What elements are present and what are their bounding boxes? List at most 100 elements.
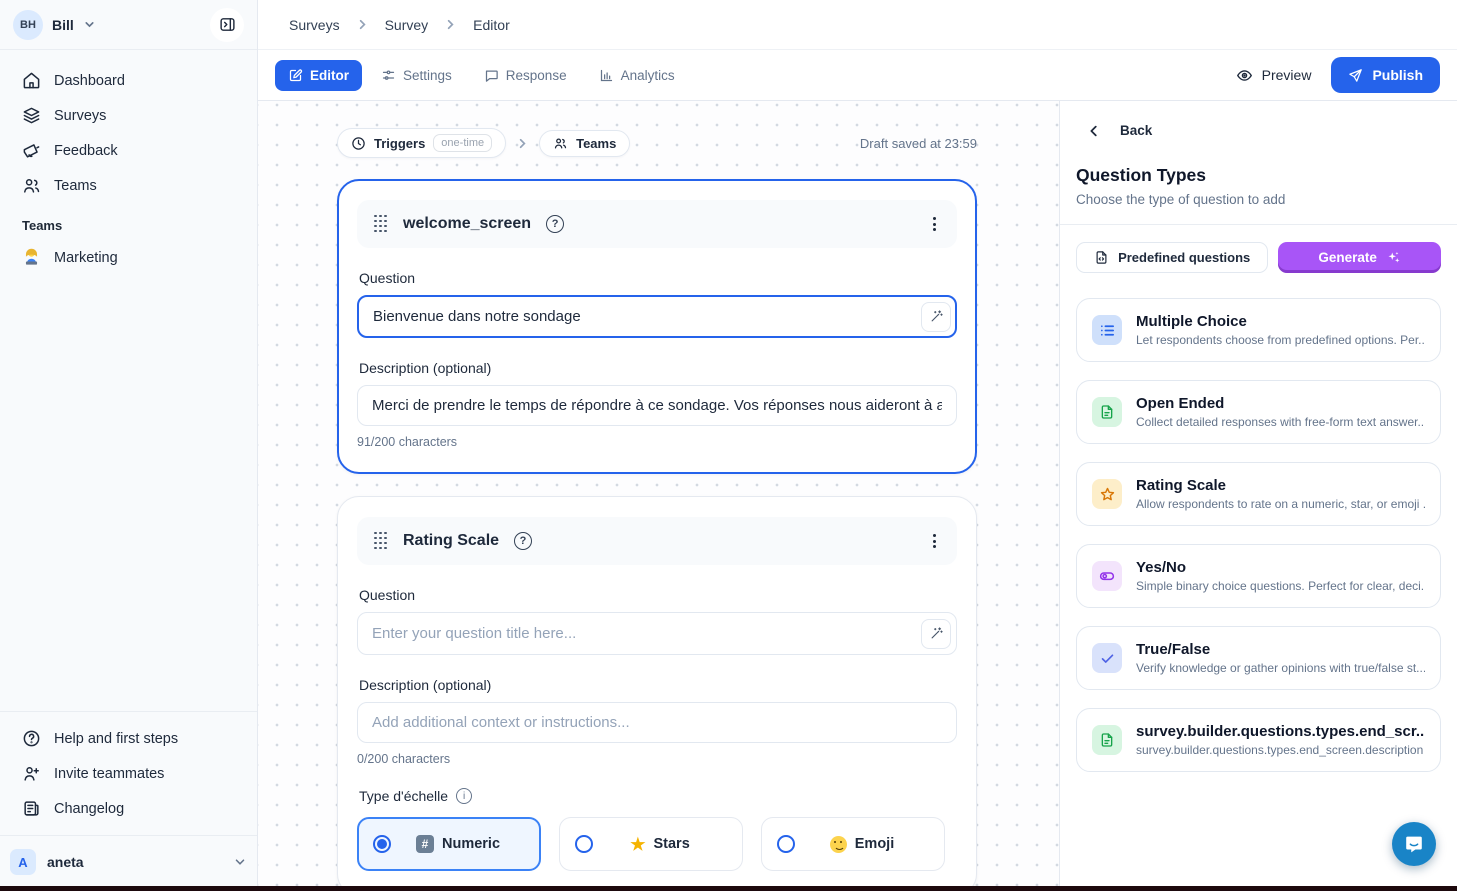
question-input[interactable] [357, 612, 957, 655]
tab-label: Editor [310, 68, 349, 83]
sidebar-item-surveys[interactable]: Surveys [12, 99, 245, 132]
tab-label: Response [506, 68, 567, 83]
question-type-title: Open Ended [1136, 395, 1425, 412]
scale-type-label: Type d'échelle i [359, 788, 955, 804]
question-type-yes-no[interactable]: Yes/No Simple binary choice questions. P… [1076, 544, 1441, 608]
question-type-list: Multiple Choice Let respondents choose f… [1076, 298, 1441, 772]
breadcrumb-editor[interactable]: Editor [473, 17, 510, 33]
preview-label: Preview [1262, 67, 1312, 83]
editor-content: Triggers one-time Teams Draft saved at 2… [258, 101, 1457, 891]
sidebar-item-invite[interactable]: Invite teammates [12, 757, 245, 790]
chevron-left-icon [1087, 124, 1101, 138]
sidebar-item-label: Dashboard [54, 73, 125, 89]
description-input[interactable] [357, 702, 957, 743]
tab-editor[interactable]: Editor [275, 60, 362, 91]
question-type-desc: Collect detailed responses with free-for… [1136, 415, 1425, 429]
user-menu[interactable]: A aneta [0, 835, 257, 891]
question-input-wrap [357, 295, 957, 338]
predefined-questions-button[interactable]: Predefined questions [1076, 242, 1268, 273]
generate-button[interactable]: Generate [1278, 242, 1441, 273]
sidebar: BH Bill Dashboard Surv [0, 0, 258, 891]
chat-launcher-button[interactable] [1392, 822, 1436, 866]
kebab-menu-icon[interactable] [929, 213, 940, 235]
breadcrumb-surveys[interactable]: Surveys [289, 17, 340, 33]
magic-wand-button[interactable] [921, 619, 951, 649]
radio-checked-icon[interactable] [373, 835, 391, 853]
description-input[interactable] [357, 385, 957, 426]
canvas-header-row: Triggers one-time Teams Draft saved at 2… [337, 128, 977, 158]
file-code-icon [1094, 250, 1109, 265]
question-card-header: Rating Scale ? [357, 517, 957, 565]
radio-unchecked-icon[interactable] [777, 835, 795, 853]
help-icon[interactable]: ? [514, 532, 532, 550]
help-icon[interactable]: ? [546, 215, 564, 233]
question-type-rating-scale[interactable]: Rating Scale Allow respondents to rate o… [1076, 462, 1441, 526]
question-type-end-screen[interactable]: survey.builder.questions.types.end_scr..… [1076, 708, 1441, 772]
question-card-welcome-screen[interactable]: welcome_screen ? Question Description (o… [337, 179, 977, 474]
sidebar-item-label: Changelog [54, 801, 124, 817]
question-card-rating-scale[interactable]: Rating Scale ? Question Description (opt… [337, 496, 977, 891]
back-button[interactable]: Back [1076, 123, 1441, 138]
info-icon[interactable]: i [456, 788, 472, 804]
layers-icon [22, 106, 41, 125]
tab-analytics[interactable]: Analytics [586, 60, 688, 91]
publish-button[interactable]: Publish [1331, 57, 1440, 93]
chat-bubble-icon [484, 68, 499, 83]
chat-smile-icon [1403, 833, 1425, 855]
user-name: aneta [47, 854, 84, 870]
panel-actions: Predefined questions Generate [1076, 242, 1441, 273]
collapse-sidebar-button[interactable] [210, 8, 244, 42]
question-type-desc: survey.builder.questions.types.end_scree… [1136, 743, 1425, 757]
teams-chip[interactable]: Teams [539, 130, 630, 157]
scale-option-stars[interactable]: ★ Stars [559, 817, 743, 871]
sidebar-footer: Help and first steps Invite teammates Ch… [0, 711, 257, 825]
preview-button[interactable]: Preview [1236, 67, 1312, 84]
workspace-switcher[interactable]: BH Bill [0, 0, 257, 50]
drag-handle-icon[interactable] [374, 532, 388, 551]
sidebar-item-dashboard[interactable]: Dashboard [12, 64, 245, 97]
document-icon [1092, 397, 1122, 427]
breadcrumb: Surveys Survey Editor [258, 0, 1457, 50]
scale-option-label: Numeric [442, 836, 500, 852]
question-type-title: Yes/No [1136, 559, 1425, 576]
question-type-true-false[interactable]: True/False Verify knowledge or gather op… [1076, 626, 1441, 690]
scale-option-emoji[interactable]: Emoji [761, 817, 945, 871]
panel-subtitle: Choose the type of question to add [1076, 192, 1441, 207]
chevron-down-icon [233, 855, 247, 869]
chevron-right-icon [515, 136, 530, 151]
radio-unchecked-icon[interactable] [575, 835, 593, 853]
description-label: Description (optional) [359, 360, 955, 376]
chevron-down-icon [83, 18, 96, 31]
kebab-menu-icon[interactable] [929, 530, 940, 552]
workspace-avatar: BH [13, 10, 43, 40]
sliders-icon [381, 68, 396, 83]
tab-response[interactable]: Response [471, 60, 580, 91]
sidebar-item-feedback[interactable]: Feedback [12, 134, 245, 167]
sidebar-item-teams[interactable]: Teams [12, 169, 245, 202]
workspace-name: Bill [52, 17, 74, 33]
scale-option-numeric[interactable]: # Numeric [357, 817, 541, 871]
question-type-open-ended[interactable]: Open Ended Collect detailed responses wi… [1076, 380, 1441, 444]
question-type-multiple-choice[interactable]: Multiple Choice Let respondents choose f… [1076, 298, 1441, 362]
sidebar-item-help[interactable]: Help and first steps [12, 722, 245, 755]
sidebar-item-marketing-team[interactable]: Marketing [12, 241, 245, 274]
drag-handle-icon[interactable] [374, 215, 388, 234]
question-type-desc: Allow respondents to rate on a numeric, … [1136, 497, 1425, 511]
editor-toolbar: Editor Settings Response Analytics Previ… [258, 50, 1457, 101]
tab-label: Analytics [621, 68, 675, 83]
triggers-chip[interactable]: Triggers one-time [337, 128, 506, 158]
magic-wand-icon [929, 626, 944, 641]
changelog-icon [22, 799, 41, 818]
sidebar-item-changelog[interactable]: Changelog [12, 792, 245, 825]
scale-type-label-text: Type d'échelle [359, 788, 448, 804]
breadcrumb-survey[interactable]: Survey [385, 17, 429, 33]
triggers-chip-label: Triggers [374, 136, 425, 151]
draft-status: Draft saved at 23:59 [860, 136, 977, 151]
sidebar-item-label: Help and first steps [54, 731, 178, 747]
question-input-wrap [357, 612, 957, 655]
eye-icon [1236, 67, 1253, 84]
question-input[interactable] [357, 295, 957, 338]
people-icon [553, 136, 568, 151]
magic-wand-button[interactable] [921, 302, 951, 332]
tab-settings[interactable]: Settings [368, 60, 465, 91]
